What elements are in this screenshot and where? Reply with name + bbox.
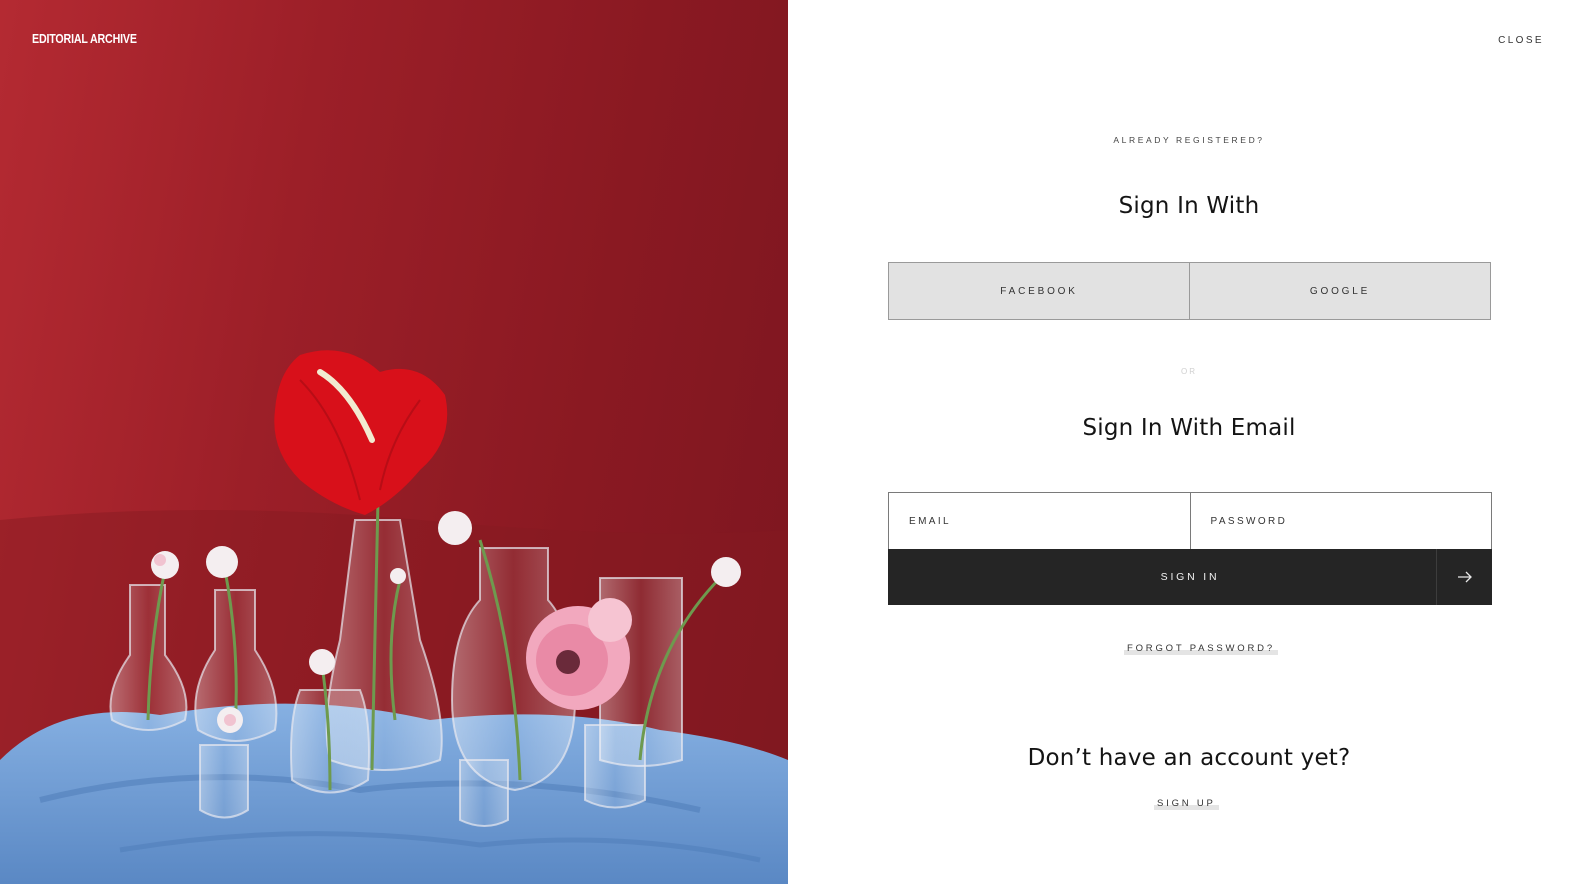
forgot-password-link[interactable]: FORGOT PASSWORD? — [1124, 643, 1278, 655]
facebook-signin-button[interactable]: FACEBOOK — [889, 263, 1189, 319]
credentials-row — [888, 492, 1492, 549]
email-field[interactable] — [889, 493, 1190, 549]
hero-photo: EDITORIAL ARCHIVE — [0, 0, 788, 884]
brand-logo[interactable]: EDITORIAL ARCHIVE — [32, 31, 137, 46]
close-button[interactable]: CLOSE — [1498, 35, 1544, 46]
sign-in-button[interactable]: SIGN IN — [888, 549, 1492, 605]
sign-in-label: SIGN IN — [1160, 571, 1220, 583]
flowers-still-life-illustration — [0, 350, 788, 884]
no-account-heading: Don’t have an account yet? — [1027, 745, 1351, 771]
social-signin-heading: Sign In With — [1118, 193, 1260, 219]
already-registered-label: ALREADY REGISTERED? — [1113, 135, 1265, 145]
google-signin-button[interactable]: GOOGLE — [1189, 263, 1490, 319]
sign-up-link[interactable]: SIGN UP — [1154, 798, 1219, 810]
arrow-right-icon[interactable] — [1436, 549, 1492, 605]
email-signin-heading: Sign In With Email — [1082, 415, 1296, 441]
or-divider: OR — [1181, 367, 1197, 376]
password-field[interactable] — [1189, 493, 1491, 549]
social-signin-buttons: FACEBOOK GOOGLE — [888, 262, 1491, 320]
